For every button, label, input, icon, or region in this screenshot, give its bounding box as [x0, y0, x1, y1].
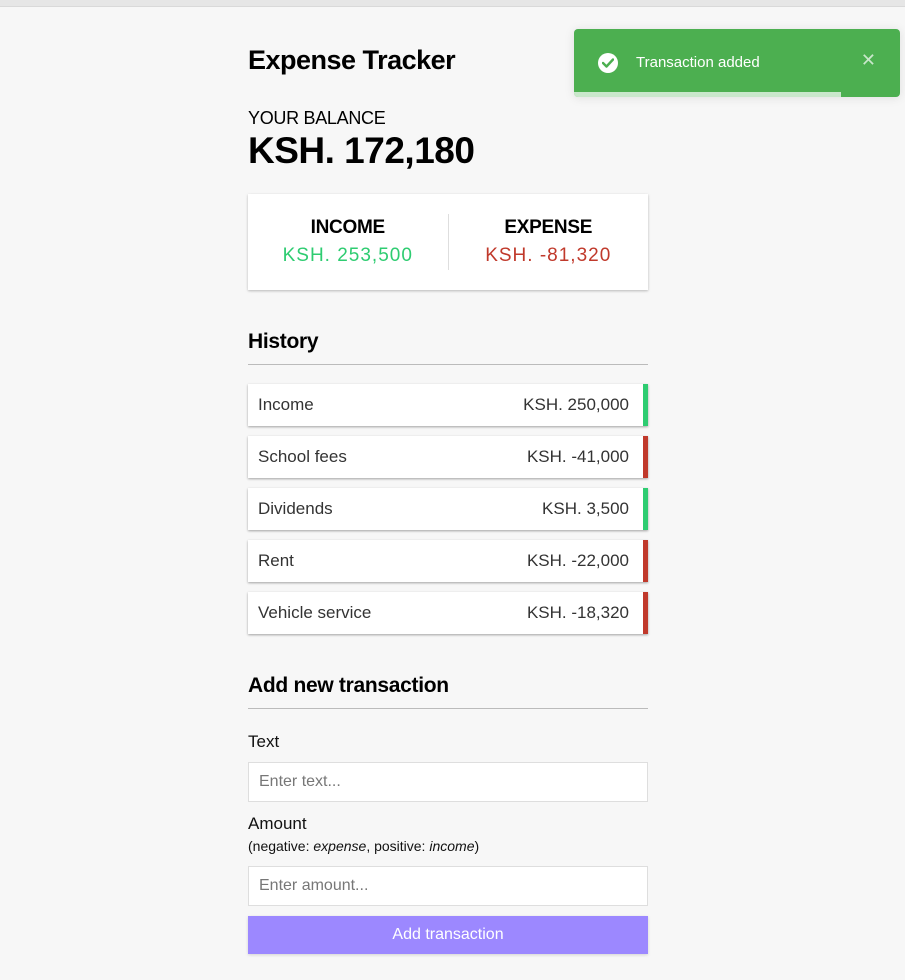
balance-value: KSH. 172,180	[248, 130, 475, 171]
history-item-text: Income	[258, 395, 314, 414]
income-value: KSH. 253,500	[282, 245, 413, 266]
history-item-text: Dividends	[258, 499, 333, 518]
text-field-label: Text	[248, 732, 280, 751]
close-icon[interactable]: ✕	[861, 51, 876, 69]
hint-middle: , positive:	[366, 838, 430, 854]
check-circle-icon	[598, 53, 618, 73]
history-heading: History	[248, 330, 648, 365]
toast-message: Transaction added	[636, 54, 760, 71]
expense-value: KSH. -81,320	[485, 245, 612, 266]
add-transaction-button[interactable]: Add transaction	[248, 916, 648, 954]
amount-field-label: Amount	[248, 814, 307, 833]
history-item-text: Vehicle service	[258, 603, 372, 622]
add-transaction-heading: Add new transaction	[248, 674, 648, 709]
balance-label: YOUR BALANCE	[248, 108, 386, 128]
history-item-amount: KSH. -22,000	[526, 551, 629, 570]
history-item-text: School fees	[258, 447, 347, 466]
history-item[interactable]: Income KSH. 250,000	[248, 384, 648, 426]
history-item[interactable]: Vehicle service KSH. -18,320	[248, 592, 648, 634]
history-item-text: Rent	[258, 551, 294, 570]
browser-top-bar	[0, 0, 905, 7]
expense-label: EXPENSE	[504, 217, 593, 238]
amount-hint: (negative: expense, positive: income)	[248, 838, 479, 854]
history-item-amount: KSH. 3,500	[542, 499, 629, 518]
history-item[interactable]: Dividends KSH. 3,500	[248, 488, 648, 530]
history-item-amount: KSH. -18,320	[526, 603, 629, 622]
income-label: INCOME	[310, 217, 386, 238]
expense-summary: EXPENSE KSH. -81,320	[449, 217, 649, 267]
success-toast[interactable]: Transaction added ✕	[574, 29, 900, 97]
app-title: Expense Tracker	[248, 45, 456, 75]
hint-prefix: (negative:	[248, 838, 314, 854]
history-item[interactable]: School fees KSH. -41,000	[248, 436, 648, 478]
toast-progress-bar	[574, 92, 842, 97]
hint-suffix: )	[474, 838, 480, 854]
hint-expense: expense	[313, 838, 367, 854]
history-list: Income KSH. 250,000 School fees KSH. -41…	[248, 384, 648, 644]
history-item[interactable]: Rent KSH. -22,000	[248, 540, 648, 582]
amount-input[interactable]	[248, 866, 648, 906]
hint-income: income	[429, 838, 475, 854]
history-item-amount: KSH. -41,000	[526, 447, 629, 466]
text-input[interactable]	[248, 762, 648, 802]
income-expense-summary: INCOME KSH. 253,500 EXPENSE KSH. -81,320	[248, 194, 648, 290]
income-summary: INCOME KSH. 253,500	[248, 217, 448, 267]
history-item-amount: KSH. 250,000	[523, 395, 629, 414]
